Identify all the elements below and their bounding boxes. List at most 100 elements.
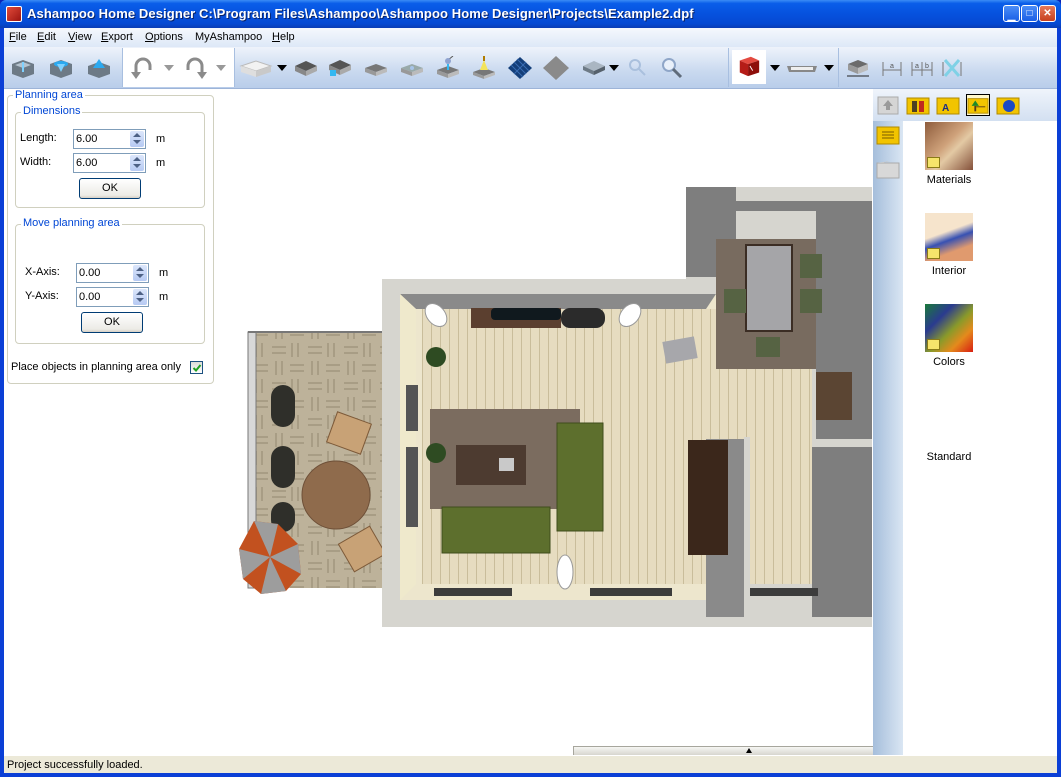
spin-up-icon[interactable]	[136, 291, 144, 295]
redo-icon[interactable]	[181, 54, 209, 82]
library-item-materials[interactable]: Materials	[904, 122, 994, 186]
library-item-label: Interior	[931, 265, 967, 277]
floor-2-icon[interactable]	[399, 56, 425, 80]
armchair-sofa	[556, 422, 604, 532]
terrace	[239, 331, 387, 594]
view-2d-icon[interactable]	[10, 56, 36, 80]
dimension-a-icon[interactable]: a	[879, 56, 905, 80]
menu-myashampoo[interactable]: MyAshampoo	[195, 31, 262, 43]
stairs-icon[interactable]	[785, 56, 819, 80]
lamp-ceiling-icon[interactable]	[435, 56, 461, 80]
up-folder-icon[interactable]	[876, 94, 900, 116]
floor-icon[interactable]	[363, 56, 389, 80]
plant	[426, 443, 446, 463]
library-item-colors[interactable]: Colors	[904, 304, 994, 368]
length-input[interactable]	[76, 132, 126, 146]
library-item-interior[interactable]: Interior	[904, 213, 994, 277]
collapse-arrow-icon[interactable]	[746, 748, 752, 753]
minimize-icon: ▁	[1007, 11, 1016, 22]
x-axis-spinner[interactable]	[76, 263, 149, 283]
width-spinner[interactable]	[73, 153, 146, 173]
minimize-button[interactable]: ▁	[1003, 5, 1020, 22]
client-area: Planning area Dimensions Length: m Width…	[4, 89, 1057, 755]
width-label: Width:	[20, 156, 52, 168]
redo-dropdown-icon[interactable]	[216, 65, 226, 71]
dimension-ab-icon[interactable]: ab	[909, 56, 935, 80]
open-folder-icon[interactable]	[876, 158, 900, 180]
title-bar[interactable]: Ashampoo Home Designer C:\Program Files\…	[0, 0, 1061, 28]
length-spin-buttons[interactable]	[130, 131, 144, 147]
solar-panel-icon[interactable]	[507, 56, 533, 80]
coffee-table	[456, 445, 526, 485]
view-3d-icon[interactable]	[48, 56, 74, 80]
light-icon[interactable]	[471, 56, 497, 80]
x-axis-input[interactable]	[79, 266, 129, 280]
menu-export[interactable]: Export	[101, 31, 133, 43]
y-axis-input[interactable]	[79, 290, 129, 304]
spin-up-icon[interactable]	[133, 133, 141, 137]
length-spinner[interactable]	[73, 129, 146, 149]
sofa	[441, 506, 551, 554]
menu-edit[interactable]: Edit	[37, 31, 56, 43]
menu-options[interactable]: Options	[145, 31, 183, 43]
view-3d-light-icon[interactable]	[86, 56, 112, 80]
menu-help[interactable]: Help	[272, 31, 295, 43]
lamp	[556, 554, 574, 590]
place-objects-checkbox[interactable]	[190, 361, 203, 374]
width-input[interactable]	[76, 156, 126, 170]
y-axis-spinner[interactable]	[76, 287, 149, 307]
wall-icon[interactable]	[293, 56, 319, 80]
menu-view[interactable]: View	[68, 31, 92, 43]
x-axis-spin-buttons[interactable]	[133, 265, 147, 281]
catalog-folder-icon[interactable]	[876, 124, 900, 146]
furniture-lift-icon[interactable]	[845, 56, 871, 80]
spin-down-icon[interactable]	[133, 140, 141, 144]
window	[406, 447, 418, 527]
dimension-clear-icon[interactable]	[939, 56, 965, 80]
round-table	[301, 460, 371, 530]
library-item-standard[interactable]: Standard	[904, 447, 994, 463]
globe-folder-icon[interactable]	[996, 94, 1020, 116]
spin-up-icon[interactable]	[133, 157, 141, 161]
material-dropdown-icon[interactable]	[770, 65, 780, 71]
close-button[interactable]: ✕	[1039, 5, 1056, 22]
view-mode-group	[4, 48, 123, 87]
library-item-label: Standard	[926, 451, 972, 463]
tile-icon[interactable]	[543, 56, 569, 80]
text-folder-icon[interactable]: A	[936, 94, 960, 116]
checkmark-icon	[192, 364, 202, 372]
move-ok-button[interactable]: OK	[81, 312, 143, 333]
undo-dropdown-icon[interactable]	[164, 65, 174, 71]
plants-folder-icon[interactable]	[966, 94, 990, 116]
material-cube-button[interactable]	[732, 50, 766, 84]
svg-text:b: b	[925, 63, 929, 70]
room-icon[interactable]	[239, 56, 273, 80]
y-axis-spin-buttons[interactable]	[133, 289, 147, 305]
floor-plan-viewport[interactable]	[216, 89, 925, 755]
room-dropdown-icon[interactable]	[277, 65, 287, 71]
app-window: Ashampoo Home Designer C:\Program Files\…	[0, 0, 1061, 777]
object-tools-group	[729, 48, 839, 87]
floor-plan-render[interactable]	[216, 89, 873, 755]
dimensions-ok-button[interactable]: OK	[79, 178, 141, 199]
slab-icon[interactable]	[581, 56, 607, 80]
dining-chair	[800, 289, 822, 313]
tv	[491, 308, 561, 320]
spin-up-icon[interactable]	[136, 267, 144, 271]
spin-down-icon[interactable]	[136, 274, 144, 278]
slab-dropdown-icon[interactable]	[609, 65, 619, 71]
dining-table	[745, 244, 793, 332]
width-spin-buttons[interactable]	[130, 155, 144, 171]
furniture-folder-icon[interactable]	[906, 94, 930, 116]
zoom-in-icon[interactable]	[659, 56, 685, 80]
menu-file[interactable]: File	[9, 31, 27, 43]
maximize-button[interactable]: □	[1021, 5, 1038, 22]
stairs-dropdown-icon[interactable]	[824, 65, 834, 71]
radiator	[590, 588, 672, 596]
wall-window-icon[interactable]	[327, 56, 353, 80]
place-objects-label: Place objects in planning area only	[11, 361, 182, 373]
undo-icon[interactable]	[129, 54, 157, 82]
spin-down-icon[interactable]	[136, 298, 144, 302]
zoom-out-icon[interactable]	[625, 56, 651, 80]
spin-down-icon[interactable]	[133, 164, 141, 168]
